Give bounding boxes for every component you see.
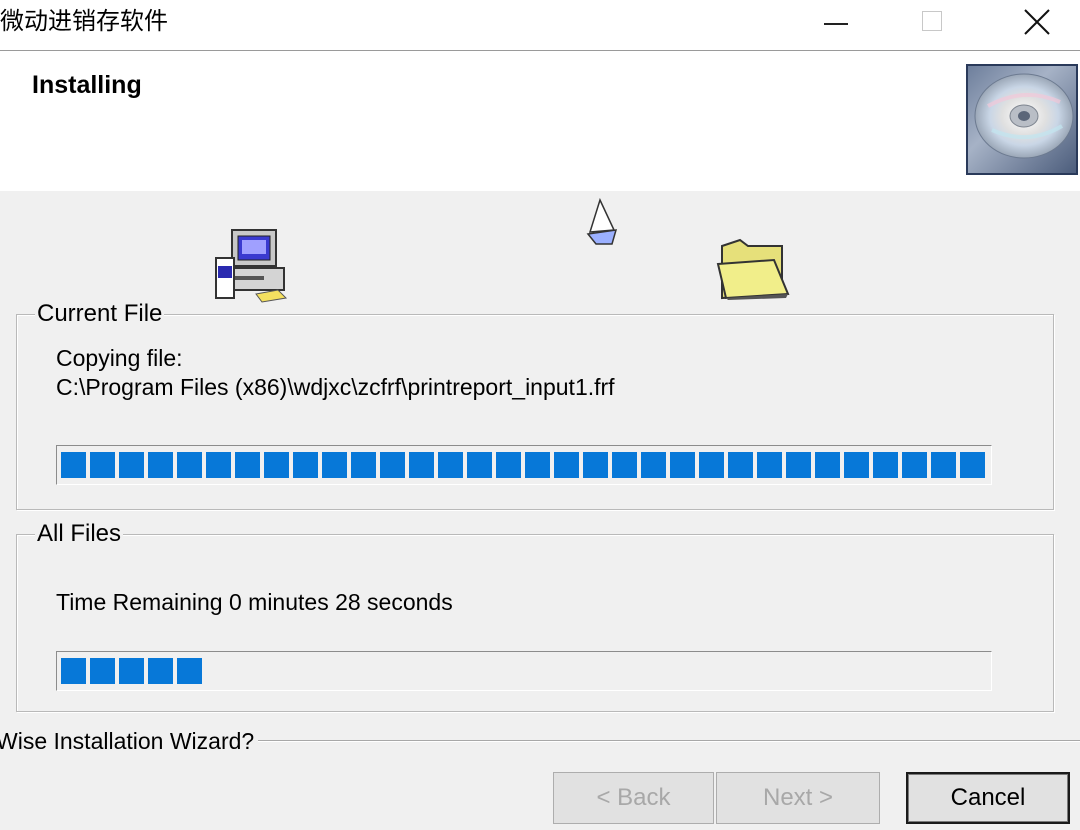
maximize-button[interactable]	[908, 0, 962, 46]
back-button[interactable]: < Back	[553, 772, 714, 824]
current-file-progress-fill	[61, 452, 987, 478]
next-button[interactable]: Next >	[716, 772, 880, 824]
all-files-legend: All Files	[35, 520, 124, 548]
cancel-button[interactable]: Cancel	[906, 772, 1070, 824]
computer-icon	[212, 228, 290, 304]
all-files-progress-bar	[56, 651, 992, 691]
window-title: 微动进销存软件	[0, 7, 168, 35]
all-files-progress-fill	[61, 658, 202, 684]
all-files-group: All Files Time Remaining 0 minutes 28 se…	[16, 520, 1054, 712]
copying-status: Copying file:	[56, 345, 183, 371]
flying-paper-icon	[584, 197, 620, 248]
cd-disc-icon	[966, 64, 1078, 175]
folder-icon	[716, 236, 792, 302]
current-file-legend: Current File	[35, 300, 165, 328]
minimize-button[interactable]	[810, 0, 864, 46]
header-panel: Installing	[0, 51, 1080, 191]
time-remaining-text: Time Remaining 0 minutes 28 seconds	[56, 589, 453, 615]
title-bar: 微动进销存软件	[0, 0, 1080, 51]
close-icon	[1024, 9, 1050, 35]
current-file-path: C:\Program Files (x86)\wdjxc\zcfrf\print…	[56, 374, 615, 400]
current-file-group: Current File Copying file: C:\Program Fi…	[16, 300, 1054, 510]
page-title: Installing	[32, 71, 142, 99]
current-file-progress-bar	[56, 445, 992, 485]
wise-brand-label: Wise Installation Wizard?	[0, 727, 259, 755]
close-button[interactable]	[1010, 0, 1064, 46]
